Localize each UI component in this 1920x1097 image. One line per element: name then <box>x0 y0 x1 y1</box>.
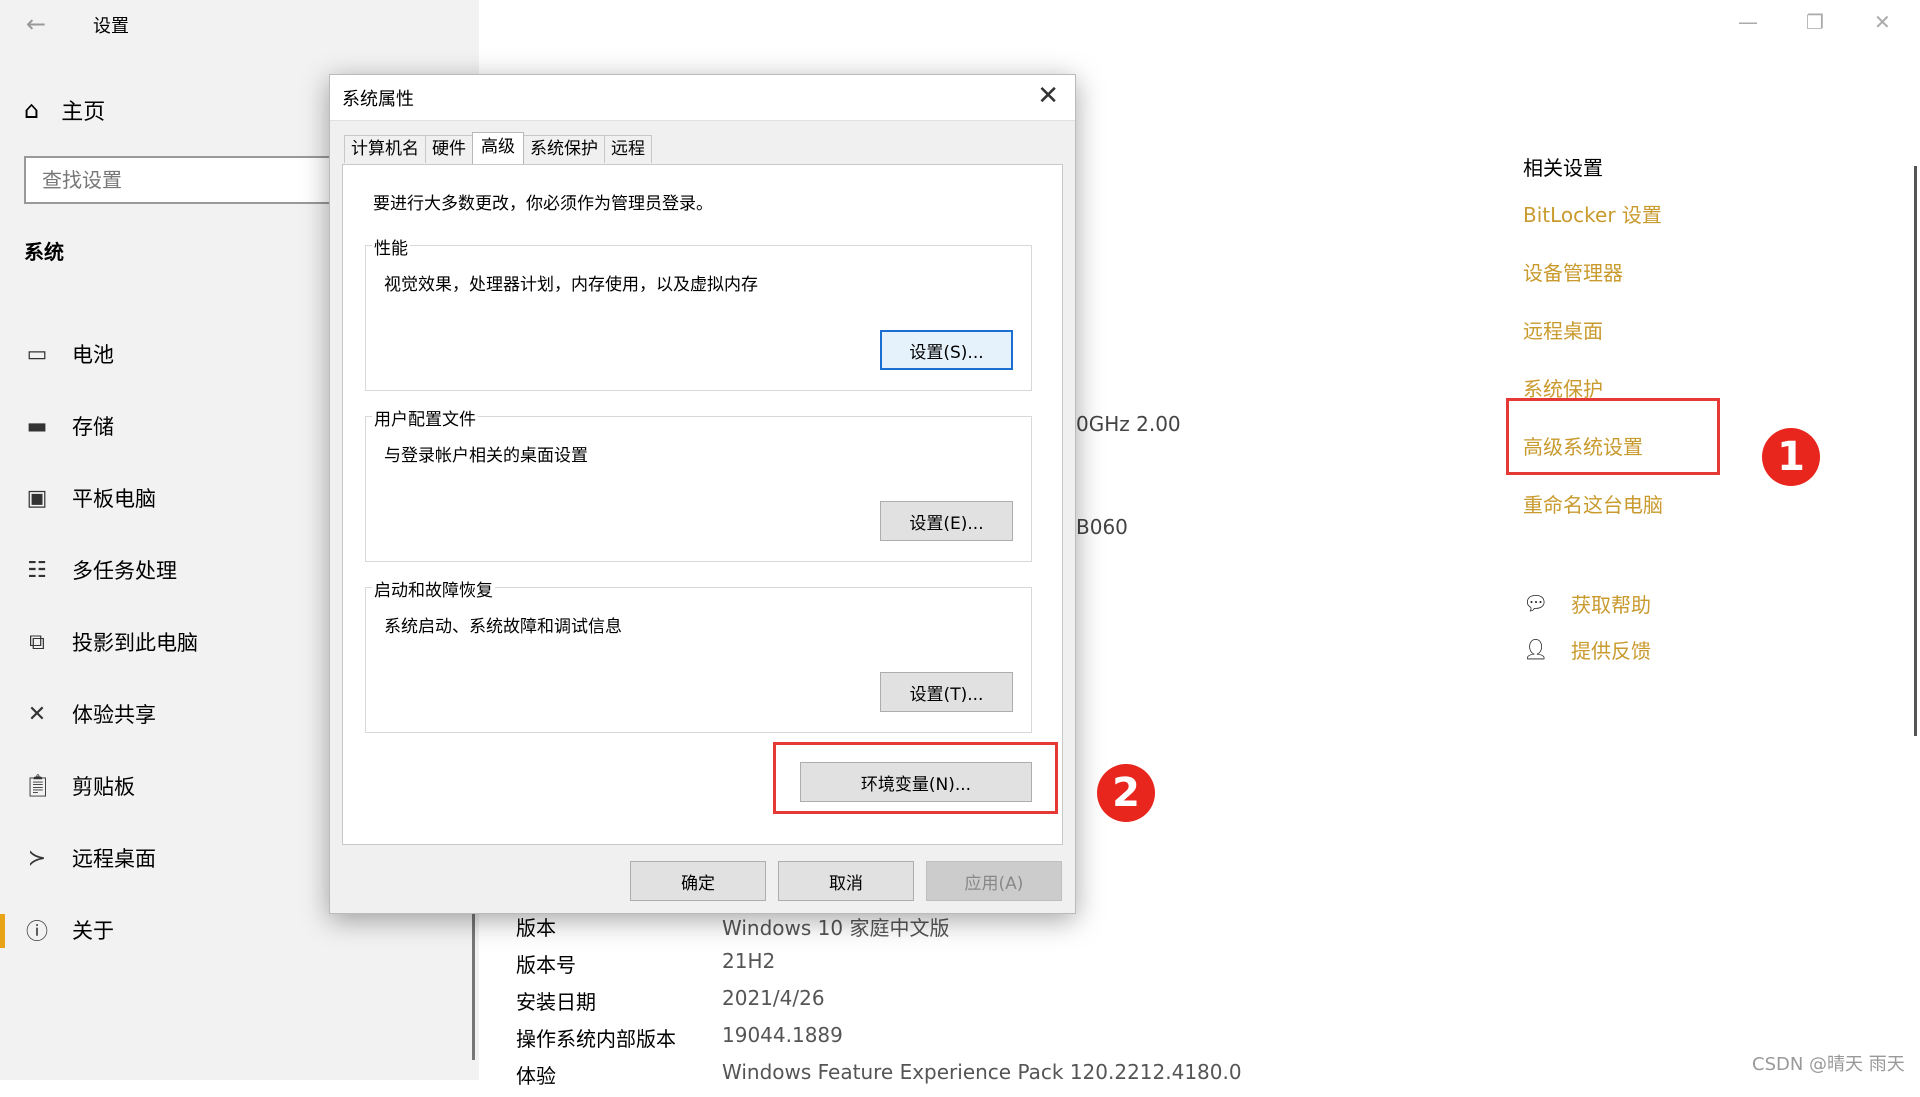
sidebar-item-label: 关于 <box>72 919 114 943</box>
link-device-manager[interactable]: 设备管理器 <box>1523 257 1663 315</box>
performance-title: 性能 <box>372 234 410 259</box>
feedback-link[interactable]: 👤︎ 提供反馈 <box>1523 626 1651 672</box>
project-icon: ⧉ <box>29 629 45 655</box>
tab-hardware[interactable]: 硬件 <box>425 135 473 163</box>
spec-row: 版本号 21H2 <box>516 949 1242 986</box>
share-icon: ✕ <box>27 701 47 727</box>
back-arrow-icon[interactable]: ← <box>26 10 46 38</box>
scrollbar[interactable] <box>1914 166 1917 736</box>
chat-help-icon: 💬︎ <box>1523 591 1549 615</box>
spec-key: 版本 <box>516 916 556 940</box>
spec-key: 操作系统内部版本 <box>516 1027 676 1051</box>
get-help-link[interactable]: 💬︎ 获取帮助 <box>1523 580 1651 626</box>
spec-value: Windows 10 家庭中文版 <box>722 916 950 940</box>
tablet-icon: ▣ <box>26 485 48 511</box>
admin-note: 要进行大多数更改，你必须作为管理员登录。 <box>373 194 713 214</box>
cancel-button[interactable]: 取消 <box>778 861 914 901</box>
startup-recovery-title: 启动和故障恢复 <box>372 576 495 601</box>
sidebar-item-label: 电池 <box>72 343 114 367</box>
spec-key: 体验 <box>516 1064 556 1088</box>
link-rename-pc[interactable]: 重命名这台电脑 <box>1523 489 1663 547</box>
multitasking-icon: ☷ <box>27 557 47 583</box>
battery-icon: ▭ <box>26 341 48 367</box>
clipboard-icon: 📋︎ <box>24 773 52 799</box>
storage-icon: ▬ <box>26 413 48 439</box>
section-title: 系统 <box>24 240 64 264</box>
performance-group: 性能 视觉效果，处理器计划，内存使用，以及虚拟内存 设置(S)... <box>365 234 1032 391</box>
link-bitlocker[interactable]: BitLocker 设置 <box>1523 199 1663 257</box>
spec-key: 版本号 <box>516 953 576 977</box>
tab-remote[interactable]: 远程 <box>604 135 652 163</box>
highlight-box-1 <box>1506 398 1720 475</box>
related-settings: 相关设置 BitLocker 设置 设备管理器 远程桌面 系统保护 高级系统设置… <box>1523 152 1663 547</box>
step-badge-1: 1 <box>1762 428 1820 486</box>
spec-row: 安装日期 2021/4/26 <box>516 986 1242 1023</box>
remote-desktop-icon: ≻ <box>27 845 47 871</box>
app-title: 设置 <box>93 16 129 37</box>
restore-icon[interactable]: ❐ <box>1806 10 1824 34</box>
dialog-title: 系统属性 <box>342 89 414 110</box>
spec-value: 2021/4/26 <box>722 986 825 1010</box>
home-nav-item[interactable]: ⌂ 主页 <box>24 90 105 130</box>
dialog-titlebar[interactable]: 系统属性 ✕ <box>330 75 1075 121</box>
sidebar-item-label: 多任务处理 <box>72 559 177 583</box>
device-id-fragment: B060 <box>1076 515 1128 539</box>
sidebar-item-label: 体验共享 <box>72 703 156 727</box>
tab-system-protection[interactable]: 系统保护 <box>523 135 605 163</box>
highlight-box-2 <box>773 742 1058 814</box>
advanced-tab-panel: 要进行大多数更改，你必须作为管理员登录。 性能 视觉效果，处理器计划，内存使用，… <box>342 164 1063 845</box>
info-icon: ⓘ <box>25 920 48 945</box>
spec-value: 19044.1889 <box>722 1023 843 1047</box>
feedback-label: 提供反馈 <box>1571 638 1651 663</box>
tab-advanced[interactable]: 高级 <box>472 132 524 164</box>
step-badge-2: 2 <box>1097 764 1155 822</box>
close-icon[interactable]: ✕ <box>1037 81 1059 111</box>
performance-desc: 视觉效果，处理器计划，内存使用，以及虚拟内存 <box>384 275 758 295</box>
user-profiles-group: 用户配置文件 与登录帐户相关的桌面设置 设置(E)... <box>365 405 1032 562</box>
home-label: 主页 <box>61 100 106 125</box>
startup-recovery-settings-button[interactable]: 设置(T)... <box>880 672 1013 712</box>
ok-button[interactable]: 确定 <box>630 861 766 901</box>
startup-recovery-desc: 系统启动、系统故障和调试信息 <box>384 617 622 637</box>
sidebar-item-label: 投影到此电脑 <box>72 631 198 655</box>
get-help-label: 获取帮助 <box>1571 592 1651 617</box>
spec-value: 21H2 <box>722 949 776 973</box>
home-icon: ⌂ <box>24 96 40 124</box>
windows-specs: 版本 Windows 10 家庭中文版 版本号 21H2 安装日期 2021/4… <box>516 912 1242 1097</box>
spec-value: Windows Feature Experience Pack 120.2212… <box>722 1060 1242 1084</box>
dialog-tabs: 计算机名 硬件 高级 系统保护 远程 <box>344 132 652 164</box>
sidebar-item-label: 远程桌面 <box>72 847 156 871</box>
spec-row: 操作系统内部版本 19044.1889 <box>516 1023 1242 1060</box>
link-remote-desktop[interactable]: 远程桌面 <box>1523 315 1663 373</box>
sidebar-item-label: 剪贴板 <box>72 775 135 799</box>
sidebar-item-label: 存储 <box>72 415 114 439</box>
spec-row: 体验 Windows Feature Experience Pack 120.2… <box>516 1060 1242 1097</box>
tab-computer-name[interactable]: 计算机名 <box>344 135 426 163</box>
startup-recovery-group: 启动和故障恢复 系统启动、系统故障和调试信息 设置(T)... <box>365 576 1032 733</box>
performance-settings-button[interactable]: 设置(S)... <box>880 330 1013 370</box>
user-profiles-desc: 与登录帐户相关的桌面设置 <box>384 446 588 466</box>
feedback-person-icon: 👤︎ <box>1523 637 1549 661</box>
system-properties-dialog: 系统属性 ✕ 计算机名 硬件 高级 系统保护 远程 要进行大多数更改，你必须作为… <box>329 74 1076 914</box>
user-profiles-title: 用户配置文件 <box>372 405 478 430</box>
scroll-track <box>472 910 475 1060</box>
related-heading: 相关设置 <box>1523 156 1603 180</box>
search-input[interactable] <box>24 156 344 204</box>
apply-button[interactable]: 应用(A) <box>926 861 1062 901</box>
cpu-info-fragment: 0GHz 2.00 <box>1076 412 1181 436</box>
spec-row: 版本 Windows 10 家庭中文版 <box>516 912 1242 949</box>
help-section: 💬︎ 获取帮助 👤︎ 提供反馈 <box>1523 580 1651 672</box>
close-window-icon[interactable]: ✕ <box>1874 10 1891 34</box>
user-profiles-settings-button[interactable]: 设置(E)... <box>880 501 1013 541</box>
watermark: CSDN @晴天 雨天 <box>1752 1054 1905 1075</box>
spec-key: 安装日期 <box>516 990 596 1014</box>
dialog-buttons: 确定 取消 应用(A) <box>630 861 1062 901</box>
minimize-icon[interactable]: — <box>1738 10 1758 34</box>
sidebar-item-label: 平板电脑 <box>72 487 156 511</box>
